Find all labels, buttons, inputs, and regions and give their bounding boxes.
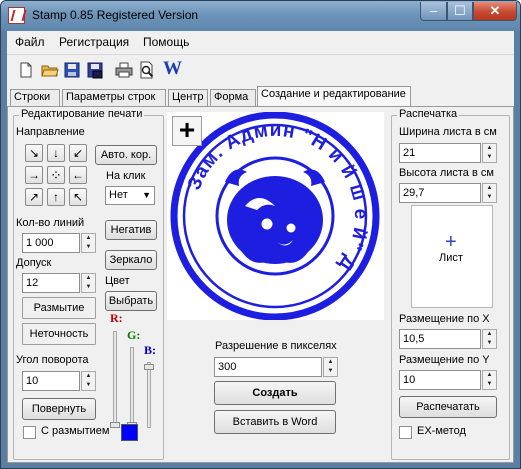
resolution-spinner[interactable]: ▲ ▼ (323, 357, 338, 377)
place-y-spinner[interactable]: ▲ ▼ (482, 370, 497, 390)
lines-count-label: Кол-во линий (16, 217, 85, 229)
add-element-button[interactable]: + (172, 116, 202, 146)
print-icon[interactable] (115, 61, 133, 79)
on-click-value: Нет (109, 189, 128, 201)
toolbar: W (7, 54, 514, 84)
word-icon[interactable]: W (163, 58, 183, 79)
menu-file[interactable]: Файл (15, 35, 45, 49)
tolerance-label: Допуск (16, 257, 52, 269)
blue-slider-track[interactable] (147, 362, 151, 428)
blue-channel-label: B: (144, 343, 156, 357)
center-move-button[interactable]: ⁘ (47, 166, 65, 184)
sheet-height-label: Высота листа в см (399, 167, 494, 179)
stamp-emblem (225, 169, 325, 264)
save-as-icon[interactable] (86, 61, 104, 79)
ex-method-checkbox[interactable] (399, 426, 412, 439)
stamp-preview: Зам. Админ "Н и й ш е й" Д + (167, 111, 384, 321)
red-channel-label: R: (110, 311, 123, 325)
sheet-height-spinner[interactable]: ▲ ▼ (482, 183, 497, 203)
arrow-down-button[interactable]: ↓ (47, 144, 65, 162)
print-group-title: Распечатка (397, 108, 460, 120)
edit-stamp-group: Редактирование печати Направление ↘ ↓ ↙ … (13, 108, 164, 460)
sheet-width-input[interactable]: 21 (399, 143, 481, 163)
on-click-select[interactable]: Нет ▼ (105, 186, 155, 205)
arrow-right-button[interactable]: → (25, 166, 43, 184)
tab-lines[interactable]: Строки (10, 89, 60, 106)
close-button[interactable]: ✕ (473, 2, 517, 21)
place-y-input[interactable]: 10 (399, 370, 481, 390)
place-y-label: Размещение по Y (399, 354, 490, 366)
place-x-label: Размещение по X (399, 313, 490, 325)
print-button[interactable]: Распечатать (399, 396, 497, 418)
menu-bar: Файл Регистрация Помощь (7, 31, 514, 52)
sharpness-button[interactable]: Неточность (22, 323, 96, 345)
auto-correction-button[interactable]: Авто. кор. (95, 145, 157, 165)
insert-word-button[interactable]: Вставить в Word (214, 410, 336, 434)
sheet-preview: + Лист (411, 205, 493, 308)
rotation-label: Угол поворота (16, 354, 89, 366)
blur-button[interactable]: Размытие (22, 297, 96, 319)
with-blur-label: С размытием (41, 425, 110, 437)
rotate-button[interactable]: Повернуть (22, 398, 96, 420)
minimize-button[interactable]: – (420, 2, 447, 21)
sheet-height-input[interactable]: 29,7 (399, 183, 481, 203)
tolerance-spinner[interactable]: ▲ ▼ (81, 273, 96, 293)
arrow-left-button[interactable]: ← (69, 166, 87, 184)
rotation-spinner[interactable]: ▲ ▼ (81, 371, 96, 391)
tab-center[interactable]: Центр (168, 89, 208, 106)
arrow-up-right-button[interactable]: ↗ (25, 188, 43, 206)
maximize-button[interactable]: ☐ (447, 2, 473, 21)
color-swatch[interactable] (121, 424, 138, 441)
green-channel-label: G: (127, 328, 141, 342)
negative-button[interactable]: Негатив (105, 220, 157, 240)
sheet-position-marker-icon: + (445, 231, 457, 253)
tab-strip: Строки Параметры строк Центр Форма Созда… (7, 86, 514, 106)
sheet-width-label: Ширина листа в см (399, 126, 497, 138)
app-window: Stamp 0.85 Registered Version – ☐ ✕ Файл… (0, 0, 521, 469)
rotation-input[interactable]: 10 (22, 371, 80, 391)
green-slider-track[interactable] (130, 347, 134, 428)
lines-count-input[interactable]: 1 000 (22, 233, 80, 253)
edit-group-title: Редактирование печати (19, 108, 145, 120)
direction-label: Направление (16, 126, 85, 138)
on-click-label: На клик (106, 170, 146, 182)
resolution-input[interactable]: 300 (214, 357, 322, 377)
arrow-up-left-button[interactable]: ↖ (69, 188, 87, 206)
mirror-button[interactable]: Зеркало (105, 250, 157, 270)
tab-create-edit[interactable]: Создание и редактирование (257, 86, 411, 106)
tab-shape[interactable]: Форма (210, 89, 256, 106)
open-folder-icon[interactable] (41, 61, 59, 79)
print-group: Распечатка Ширина листа в см 21 ▲ ▼ Высот… (391, 108, 510, 460)
sheet-width-spinner[interactable]: ▲ ▼ (482, 143, 497, 163)
arrow-down-left-button[interactable]: ↙ (69, 144, 87, 162)
resolution-label: Разрешение в пикселях (215, 340, 337, 352)
lines-count-spinner[interactable]: ▲ ▼ (81, 233, 96, 253)
choose-color-button[interactable]: Выбрать (105, 291, 157, 311)
arrow-down-right-button[interactable]: ↘ (25, 144, 43, 162)
sheet-label: Лист (439, 252, 463, 264)
app-stamp-icon (8, 7, 25, 24)
save-icon[interactable] (63, 61, 81, 79)
red-slider-track[interactable] (113, 331, 117, 428)
blue-slider-thumb[interactable] (144, 364, 154, 370)
with-blur-checkbox[interactable] (23, 426, 36, 439)
arrow-up-button[interactable]: ↑ (47, 188, 65, 206)
place-x-spinner[interactable]: ▲ ▼ (482, 329, 497, 349)
tolerance-input[interactable]: 12 (22, 273, 80, 293)
tab-content: Редактирование печати Направление ↘ ↓ ↙ … (7, 106, 514, 463)
client-area: Файл Регистрация Помощь W Строки Парамет… (7, 31, 514, 463)
menu-help[interactable]: Помощь (143, 35, 189, 49)
chevron-down-icon: ▼ (142, 190, 151, 200)
color-label: Цвет (105, 275, 130, 287)
window-title: Stamp 0.85 Registered Version (32, 8, 199, 22)
title-bar[interactable]: Stamp 0.85 Registered Version – ☐ ✕ (1, 1, 520, 31)
tab-line-params[interactable]: Параметры строк (62, 89, 166, 106)
ex-method-label: EX-метод (417, 425, 466, 437)
print-preview-icon[interactable] (138, 61, 156, 79)
red-slider-thumb[interactable] (110, 422, 120, 428)
create-button[interactable]: Создать (214, 381, 336, 405)
place-x-input[interactable]: 10,5 (399, 329, 481, 349)
new-file-icon[interactable] (17, 61, 35, 79)
menu-registration[interactable]: Регистрация (59, 35, 129, 49)
